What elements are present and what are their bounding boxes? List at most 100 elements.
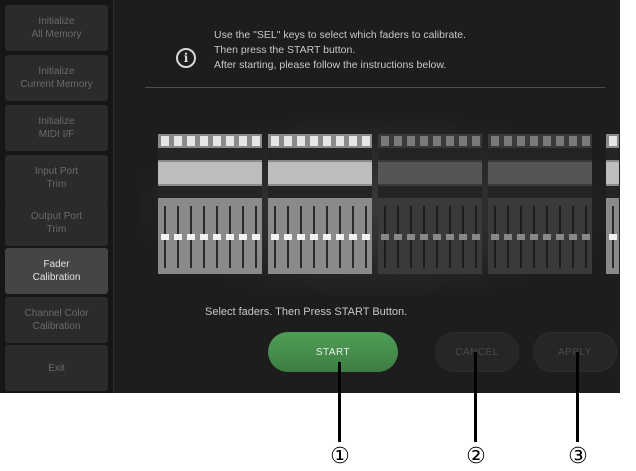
channel-strip xyxy=(458,134,468,274)
channel-strip xyxy=(173,134,183,274)
fader-knob xyxy=(420,234,428,240)
sel-key[interactable] xyxy=(239,136,247,146)
instruction-line: Use the "SEL" keys to select which fader… xyxy=(214,29,466,41)
sel-key[interactable] xyxy=(187,136,195,146)
sel-key[interactable] xyxy=(446,136,454,146)
fader-group-1 xyxy=(158,134,262,274)
sidebar-item-initialize-midi[interactable]: Initialize MIDI I/F xyxy=(5,105,108,151)
sel-key[interactable] xyxy=(252,136,260,146)
sel-key[interactable] xyxy=(226,136,234,146)
sidebar: Initialize All Memory Initialize Current… xyxy=(0,0,114,393)
sel-key[interactable] xyxy=(582,136,590,146)
channel-strip xyxy=(406,134,416,274)
channel-strip xyxy=(348,134,358,274)
channel-strip xyxy=(542,134,552,274)
callout-number-2: ② xyxy=(466,444,486,469)
sel-key[interactable] xyxy=(310,136,318,146)
instruction-line: Then press the START button. xyxy=(214,44,356,56)
fader-knob xyxy=(433,234,441,240)
sidebar-item-fader-calibration[interactable]: Fader Calibration xyxy=(5,248,108,294)
channel-strip xyxy=(283,134,293,274)
sel-key[interactable] xyxy=(543,136,551,146)
fader-group-2 xyxy=(268,134,372,274)
fader-knob xyxy=(239,234,247,240)
sel-key[interactable] xyxy=(174,136,182,146)
sel-key[interactable] xyxy=(394,136,402,146)
channel-strip xyxy=(186,134,196,274)
channel-strip xyxy=(581,134,591,274)
sidebar-item-initialize-current-memory[interactable]: Initialize Current Memory xyxy=(5,55,108,101)
channel-strip xyxy=(296,134,306,274)
sidebar-item-input-port-trim[interactable]: Input Port Trim xyxy=(5,155,108,201)
sel-key[interactable] xyxy=(459,136,467,146)
sel-key[interactable] xyxy=(200,136,208,146)
sel-key[interactable] xyxy=(297,136,305,146)
channel-strip xyxy=(225,134,235,274)
channel-strip xyxy=(199,134,209,274)
fader-group-4 xyxy=(488,134,592,274)
channel-strip xyxy=(490,134,500,274)
sel-key[interactable] xyxy=(517,136,525,146)
sel-key[interactable] xyxy=(569,136,577,146)
channel-strip xyxy=(608,134,618,274)
fader-knob xyxy=(543,234,551,240)
sidebar-item-initialize-all-memory[interactable]: Initialize All Memory xyxy=(5,5,108,51)
start-button[interactable]: START xyxy=(268,332,398,372)
fader-knob xyxy=(297,234,305,240)
sel-key[interactable] xyxy=(349,136,357,146)
fader-knob xyxy=(491,234,499,240)
channel-strip xyxy=(309,134,319,274)
callout-number-3: ③ xyxy=(568,444,588,469)
fader-knob xyxy=(446,234,454,240)
sel-key[interactable] xyxy=(556,136,564,146)
fader-knob xyxy=(213,234,221,240)
sel-key[interactable] xyxy=(381,136,389,146)
sidebar-item-channel-color-calibration[interactable]: Channel Color Calibration xyxy=(5,297,108,343)
sel-key[interactable] xyxy=(161,136,169,146)
sidebar-item-exit[interactable]: Exit xyxy=(5,345,108,391)
channel-strip xyxy=(445,134,455,274)
fader-knob xyxy=(174,234,182,240)
fader-knob xyxy=(472,234,480,240)
channel-strip xyxy=(516,134,526,274)
sel-key[interactable] xyxy=(336,136,344,146)
sel-key[interactable] xyxy=(433,136,441,146)
channel-strip xyxy=(380,134,390,274)
sel-key[interactable] xyxy=(407,136,415,146)
channel-strip xyxy=(270,134,280,274)
status-message: Select faders. Then Press START Button. xyxy=(205,306,408,318)
fader-knob xyxy=(226,234,234,240)
channel-strip xyxy=(432,134,442,274)
fader-group-3 xyxy=(378,134,482,274)
fader-knob xyxy=(556,234,564,240)
callout-line-2 xyxy=(474,352,477,442)
sel-key[interactable] xyxy=(609,136,617,146)
fader-knob xyxy=(517,234,525,240)
sel-key[interactable] xyxy=(213,136,221,146)
sel-key[interactable] xyxy=(530,136,538,146)
apply-button[interactable]: APPLY xyxy=(533,332,617,372)
sel-key[interactable] xyxy=(420,136,428,146)
cancel-button[interactable]: CANCEL xyxy=(435,332,519,372)
sel-key[interactable] xyxy=(504,136,512,146)
channel-strip xyxy=(238,134,248,274)
sel-key[interactable] xyxy=(472,136,480,146)
fader-knob xyxy=(271,234,279,240)
sidebar-item-output-port-trim[interactable]: Output Port Trim xyxy=(5,200,108,246)
channel-strip xyxy=(555,134,565,274)
channel-strip xyxy=(160,134,170,274)
channel-strip xyxy=(471,134,481,274)
fader-knob xyxy=(459,234,467,240)
sel-key[interactable] xyxy=(491,136,499,146)
fader-knob xyxy=(381,234,389,240)
fader-knob xyxy=(569,234,577,240)
divider xyxy=(145,87,605,88)
fader-knob xyxy=(323,234,331,240)
sel-key[interactable] xyxy=(323,136,331,146)
sel-key[interactable] xyxy=(362,136,370,146)
sel-key[interactable] xyxy=(271,136,279,146)
fader-calibration-screen: Initialize All Memory Initialize Current… xyxy=(0,0,620,393)
mixer-fader-panel xyxy=(140,118,619,296)
sel-key[interactable] xyxy=(284,136,292,146)
channel-strip xyxy=(503,134,513,274)
